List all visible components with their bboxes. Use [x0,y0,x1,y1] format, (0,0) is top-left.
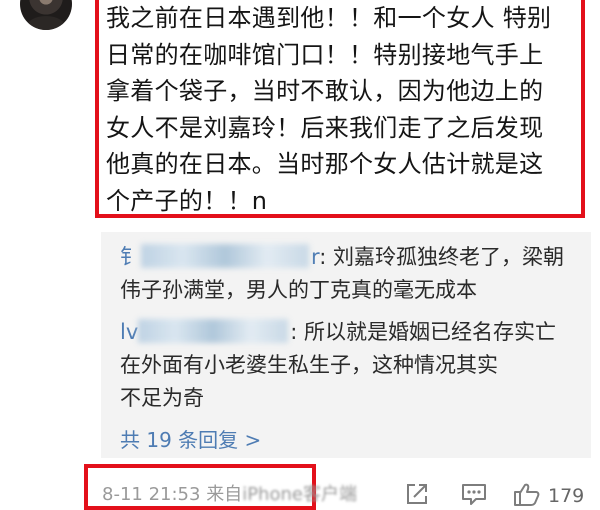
like-button[interactable]: 179 [512,482,585,510]
comment-button[interactable] [460,484,488,508]
blurred-username [138,319,289,343]
comment-date: 8-11 21:53 [102,484,201,505]
source-prefix: 来自 [206,484,243,505]
share-icon [404,482,430,510]
blurred-username [141,244,309,268]
like-icon [512,482,542,510]
avatar[interactable] [20,0,72,30]
reply-username[interactable]: lv [120,320,138,344]
avatar-shoulder [26,16,66,30]
comment-meta: 8-11 21:53 来自iPhone客户端 [102,484,357,506]
more-replies-link[interactable]: 共 19 条回复 > [120,426,261,454]
share-button[interactable] [404,484,430,508]
comment-icon [460,482,488,510]
reply-username[interactable]: 钅 [120,245,141,269]
source-name: iPhone客户端 [242,484,357,505]
comment-text: 我之前在日本遇到他！！和一个女人 特别 日常的在咖啡馆门口！！特别接地气手上 拿… [106,4,552,215]
reply-item[interactable]: lv: 所以就是婚姻已经名存实亡 在外面有小老婆生私生子，这种情况其实 不足为奇 [120,316,574,415]
reply-item[interactable]: 钅 r: 刘嘉玲孤独终老了，梁朝 伟子孙满堂，男人的丁克真的毫无成本 [120,241,574,307]
like-count: 179 [548,485,585,507]
